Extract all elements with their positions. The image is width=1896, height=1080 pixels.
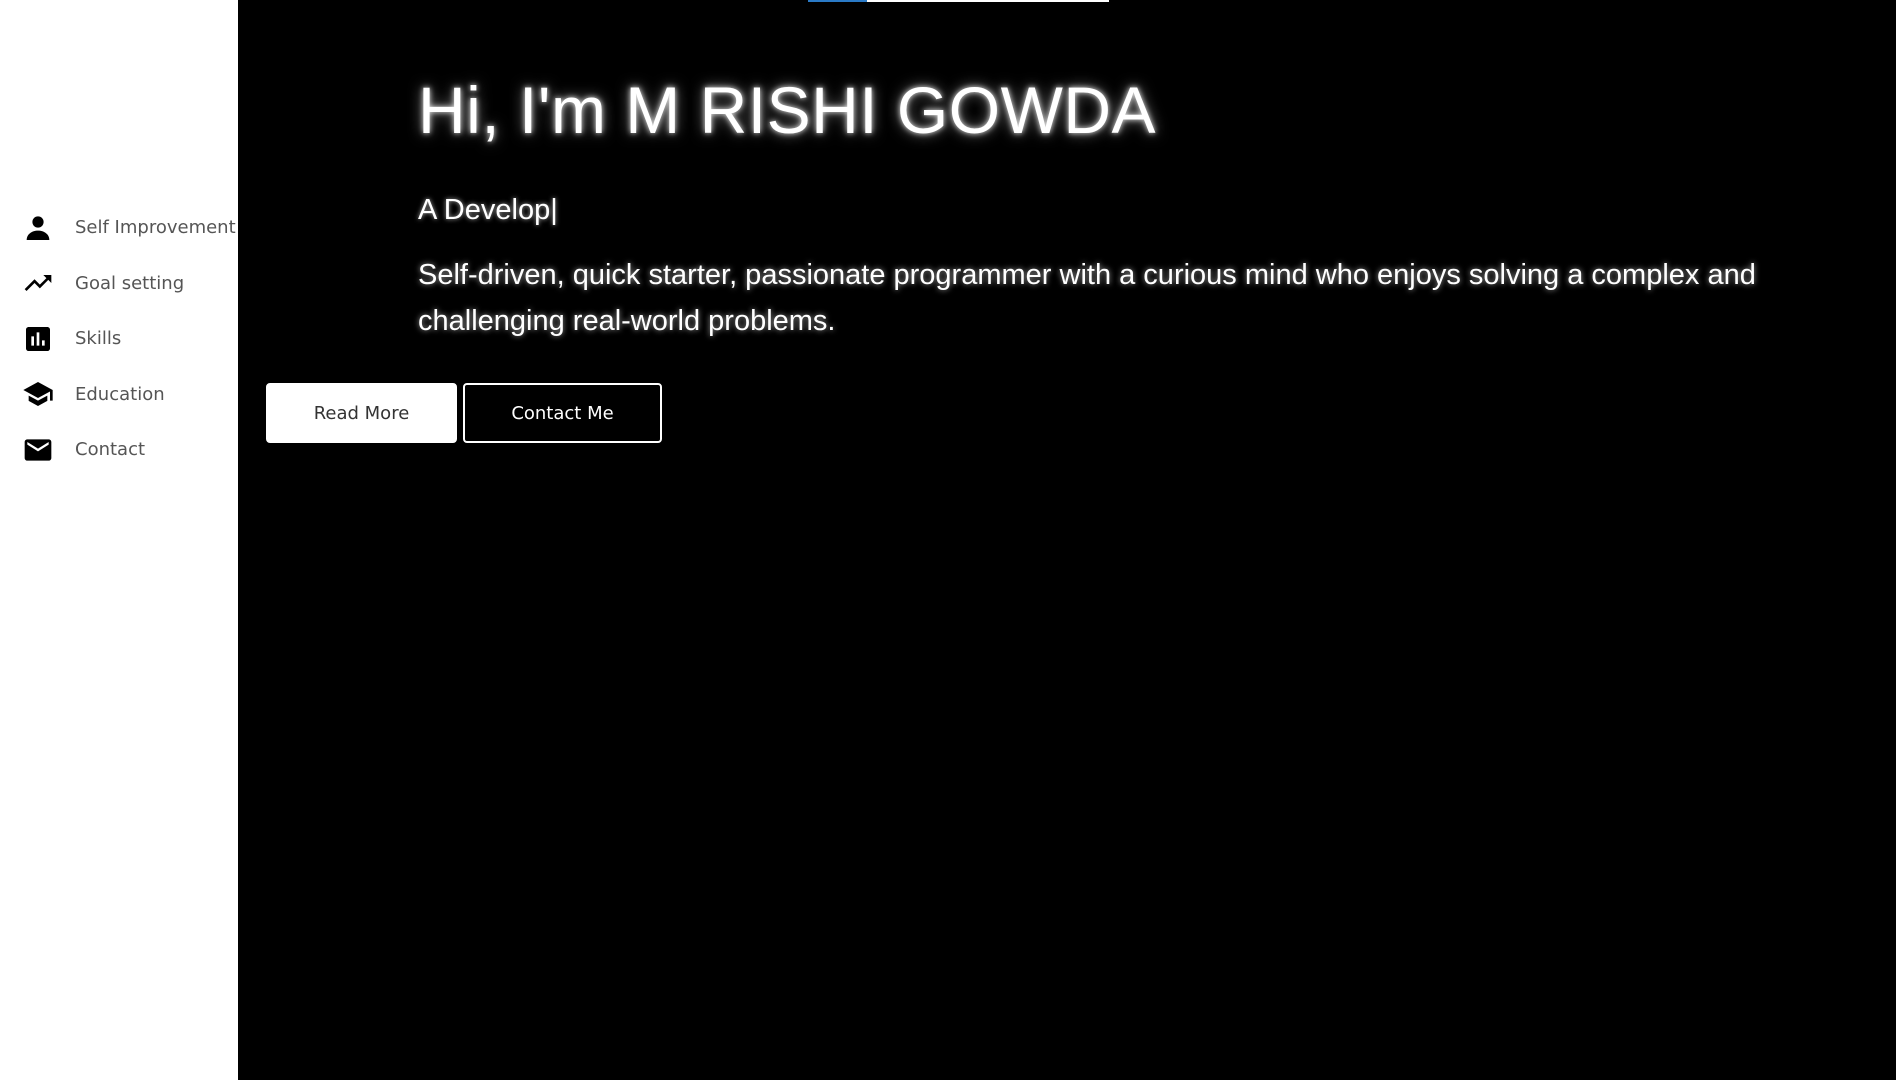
sidebar-item-self-improvement[interactable]: Self Improvement [0, 200, 238, 256]
sidebar-item-goal-setting[interactable]: Goal setting [0, 256, 238, 312]
typing-text: A Develop| [418, 194, 558, 226]
sidebar-item-skills[interactable]: Skills [0, 311, 238, 367]
sidebar-item-label: Goal setting [75, 272, 185, 294]
sidebar-item-contact[interactable]: Contact [0, 422, 238, 478]
hero-description: Self-driven, quick starter, passionate p… [418, 259, 1756, 337]
read-more-button[interactable]: Read More [266, 383, 457, 443]
person-icon [20, 210, 56, 246]
hero-title: Hi, I'm M RISHI GOWDA [418, 73, 1157, 147]
mail-icon [20, 432, 56, 468]
hero-section: Hi, I'm M RISHI GOWDA A Develop| Self-dr… [238, 0, 1896, 1080]
contact-me-button[interactable]: Contact Me [463, 383, 662, 443]
sidebar-item-label: Self Improvement [75, 217, 236, 239]
graduation-cap-icon [20, 376, 56, 412]
trending-up-icon [20, 265, 56, 301]
bar-chart-icon [20, 321, 56, 357]
sidebar-nav: Self Improvement Goal setting Skills Edu… [0, 200, 238, 478]
scroll-progress-bar [808, 0, 1109, 2]
sidebar-item-label: Skills [75, 328, 122, 350]
sidebar-item-education[interactable]: Education [0, 367, 238, 423]
sidebar-item-label: Contact [75, 439, 146, 461]
app-root: Self Improvement Goal setting Skills Edu… [0, 0, 1896, 1080]
sidebar-item-label: Education [75, 383, 165, 405]
scroll-progress-fill [808, 0, 867, 2]
sidebar: Self Improvement Goal setting Skills Edu… [0, 0, 238, 1080]
